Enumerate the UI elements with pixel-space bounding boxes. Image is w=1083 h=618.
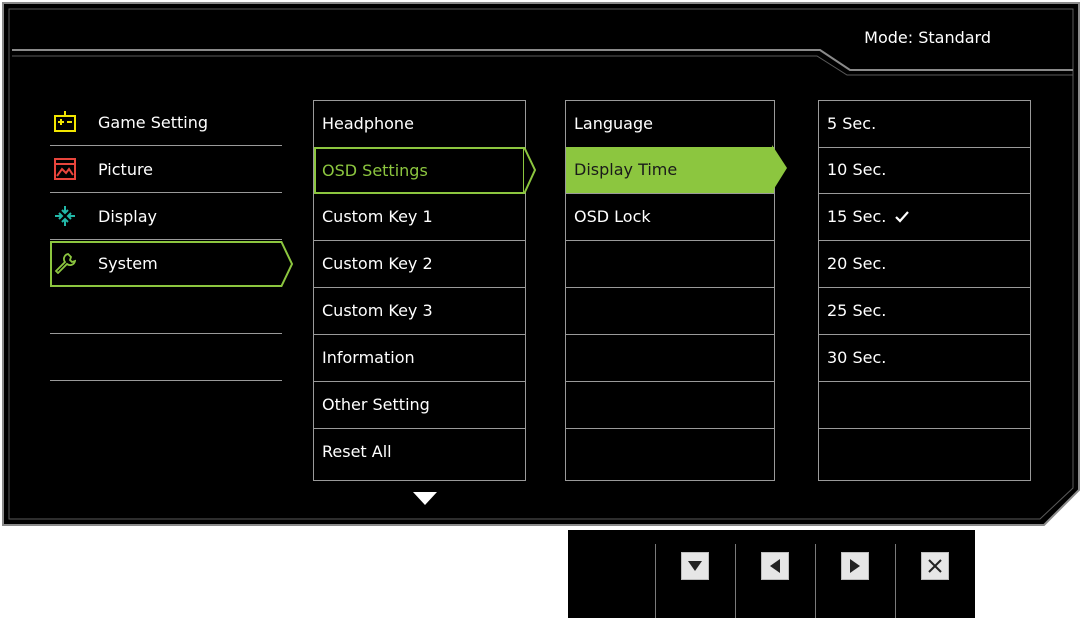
display-time-options: 5 Sec. 10 Sec. 15 Sec. 20 Sec. 25 Sec. 3… — [818, 100, 1031, 481]
arrow-right-button[interactable] — [841, 552, 869, 580]
selection-arrow — [772, 145, 787, 192]
main-menu-label: Game Setting — [98, 113, 209, 132]
system-menu-item-other-setting[interactable]: Other Setting — [314, 382, 525, 429]
osd-menu-item-empty — [566, 241, 774, 288]
arrow-down-icon — [688, 561, 702, 571]
option-5-sec[interactable]: 5 Sec. — [819, 101, 1030, 148]
close-button[interactable] — [921, 552, 949, 580]
main-menu-label: Display — [98, 207, 157, 226]
divider — [815, 544, 816, 618]
main-menu-label: Picture — [98, 160, 154, 179]
osd-settings-menu: Language Display Time OSD Lock — [565, 100, 787, 481]
osd-menu-item-empty — [566, 288, 774, 335]
system-menu-item-custom-key-3[interactable]: Custom Key 3 — [314, 288, 525, 335]
option-25-sec[interactable]: 25 Sec. — [819, 288, 1030, 335]
system-menu-item-reset-all[interactable]: Reset All — [314, 429, 525, 476]
game-setting-icon — [54, 111, 76, 132]
checkmark-icon — [895, 211, 910, 223]
selection-arrow — [523, 147, 537, 194]
option-10-sec[interactable]: 10 Sec. — [819, 147, 1030, 194]
arrow-down-button[interactable] — [681, 552, 709, 580]
osd-menu-item-empty — [566, 382, 774, 429]
system-menu-item-headphone[interactable]: Headphone — [314, 101, 525, 148]
system-menu-item-custom-key-1[interactable]: Custom Key 1 — [314, 194, 525, 241]
arrow-right-icon — [850, 559, 860, 573]
wrench-icon — [54, 253, 76, 274]
control-keys — [568, 530, 975, 618]
main-menu-item-system[interactable]: System — [50, 241, 294, 287]
arrow-left-button[interactable] — [761, 552, 789, 580]
main-menu-item-empty — [50, 335, 282, 381]
main-menu-item-game-setting[interactable]: Game Setting — [50, 100, 282, 146]
picture-icon — [54, 158, 76, 180]
system-menu-item-osd-settings[interactable]: OSD Settings — [314, 147, 537, 194]
main-menu-item-display[interactable]: Display — [50, 194, 282, 240]
main-menu-item-picture[interactable]: Picture — [50, 147, 282, 193]
osd-menu-item-empty — [566, 429, 774, 476]
option-empty — [819, 429, 1030, 476]
option-30-sec[interactable]: 30 Sec. — [819, 335, 1030, 382]
option-15-sec[interactable]: 15 Sec. — [819, 194, 1030, 241]
main-menu-item-empty — [50, 288, 282, 334]
display-icon — [55, 206, 75, 226]
osd-menu-item-empty — [566, 335, 774, 382]
osd-menu-item-display-time[interactable]: Display Time — [566, 145, 787, 194]
divider — [735, 544, 736, 618]
divider — [895, 544, 896, 618]
close-icon — [928, 559, 942, 573]
system-menu: Headphone OSD Settings Custom Key 1 Cust… — [313, 100, 537, 481]
osd-menu-item-osd-lock[interactable]: OSD Lock — [566, 194, 774, 241]
selection-arrow — [280, 241, 294, 287]
mode-label: Mode: Standard — [864, 28, 991, 47]
divider — [655, 544, 656, 618]
main-menu-label: System — [98, 254, 158, 273]
system-menu-item-information[interactable]: Information — [314, 335, 525, 382]
osd-menu-item-language[interactable]: Language — [566, 101, 774, 148]
option-20-sec[interactable]: 20 Sec. — [819, 241, 1030, 288]
arrow-left-icon — [770, 559, 780, 573]
scroll-down-icon — [413, 492, 437, 505]
option-empty — [819, 382, 1030, 429]
system-menu-item-custom-key-2[interactable]: Custom Key 2 — [314, 241, 525, 288]
